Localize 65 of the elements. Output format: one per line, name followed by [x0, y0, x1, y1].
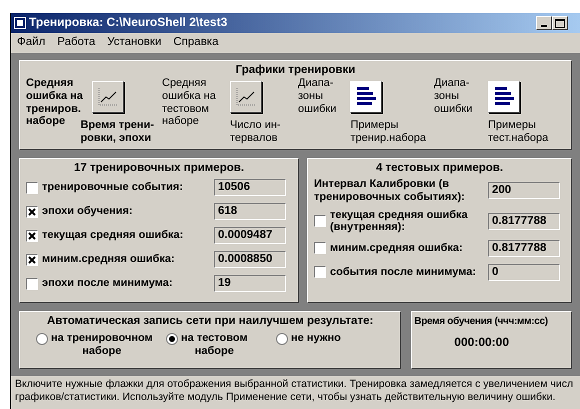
- panel-title: Графики тренировки: [234, 64, 356, 78]
- stat-label: тренировочные события:: [42, 181, 184, 194]
- panel-title: 4 тестовых примеров.: [374, 162, 504, 176]
- stat-label: эпохи обучения:: [42, 205, 134, 218]
- bar-chart-button[interactable]: [350, 81, 382, 114]
- stat-label: миним.средняя ошибка:: [330, 242, 464, 255]
- value-field: 19: [214, 275, 286, 292]
- value-field: 0.0009487: [214, 227, 286, 244]
- radio-label: на тестовом наборе: [181, 332, 248, 358]
- chart-label: Диапа- зоны ошибки: [434, 77, 474, 116]
- checkbox[interactable]: [314, 266, 326, 278]
- checkbox[interactable]: [26, 206, 38, 218]
- line-chart-button[interactable]: [92, 81, 124, 114]
- menu-item[interactable]: Установки: [107, 36, 162, 50]
- checkbox[interactable]: [314, 215, 326, 228]
- value-field: 0.8177788: [488, 212, 560, 230]
- checkbox[interactable]: [26, 278, 38, 290]
- radio-dot-icon: [169, 336, 175, 342]
- value-field: 200: [488, 182, 560, 200]
- checkbox[interactable]: [26, 182, 38, 194]
- line-chart-button[interactable]: [230, 81, 262, 114]
- x-mark-icon: [28, 208, 36, 216]
- radio-label: не нужно: [291, 332, 341, 346]
- panel-title: 17 тренировочных примеров.: [72, 162, 246, 176]
- stat-label: события после минимума:: [330, 266, 478, 279]
- menu-item[interactable]: Файл: [17, 36, 46, 50]
- bar-chart-button[interactable]: [488, 81, 520, 114]
- panel-title: Время обучения (ччч:мм:сс): [414, 316, 548, 328]
- x-mark-icon: [28, 232, 36, 240]
- checkbox[interactable]: [314, 242, 326, 254]
- value-field: 0.0008850: [214, 251, 286, 268]
- chart-label: Примеры тест.набора: [488, 119, 548, 144]
- status-bar: Включите нужные флажки для отображения выбранной статистики. Тренировка замедляется с увеличением числ графиков/статистики. Используйте модуль Применение сети, чтобы узнать действительную величину ошибки.: [11, 375, 580, 406]
- line-chart-icon: [97, 87, 120, 108]
- radio-button[interactable]: [166, 333, 178, 346]
- chart-label: Число ин- тервалов: [230, 119, 281, 144]
- maximize-button[interactable]: [552, 16, 568, 30]
- menu-item[interactable]: Работа: [57, 36, 96, 50]
- minimize-button[interactable]: [536, 16, 552, 30]
- line-chart-icon: [235, 87, 257, 108]
- value-field: 618: [214, 203, 286, 220]
- stat-label: миним.средняя ошибка:: [42, 253, 176, 266]
- checkbox[interactable]: [26, 254, 38, 266]
- chart-label: Диапа- зоны ошибки: [298, 77, 338, 116]
- stat-label: эпохи после минимума:: [42, 277, 174, 290]
- chart-label: Время трени- ровки, эпохи: [80, 119, 154, 144]
- value-field: 10506: [214, 179, 286, 196]
- window-title: Тренировка: C:\NeuroShell 2\test3: [29, 16, 228, 30]
- chart-label: Примеры тренир.набора: [350, 119, 426, 144]
- checkbox[interactable]: [26, 230, 38, 242]
- radio-label: на тренировочном наборе: [51, 332, 153, 358]
- value-field: 0: [488, 264, 560, 281]
- chart-label: Средняя ошибка на тестовом наборе: [162, 77, 217, 130]
- value-field: 0.8177788: [488, 240, 560, 257]
- radio-button[interactable]: [36, 333, 48, 346]
- stat-label: текущая средняя ошибка (внутренняя):: [330, 208, 469, 234]
- maximize-icon: [555, 18, 565, 28]
- panel-title: Автоматическая запись сети при наилучшем результате:: [46, 315, 374, 328]
- app-icon: [15, 18, 25, 28]
- stat-label: текущая средняя ошибка:: [42, 229, 184, 242]
- menu-item[interactable]: Справка: [173, 36, 218, 50]
- stat-label: Интервал Калибровки (в тренировочных событиях):: [314, 178, 466, 204]
- x-mark-icon: [28, 256, 36, 264]
- elapsed-time: 000:00:00: [454, 336, 510, 350]
- radio-button[interactable]: [276, 333, 288, 346]
